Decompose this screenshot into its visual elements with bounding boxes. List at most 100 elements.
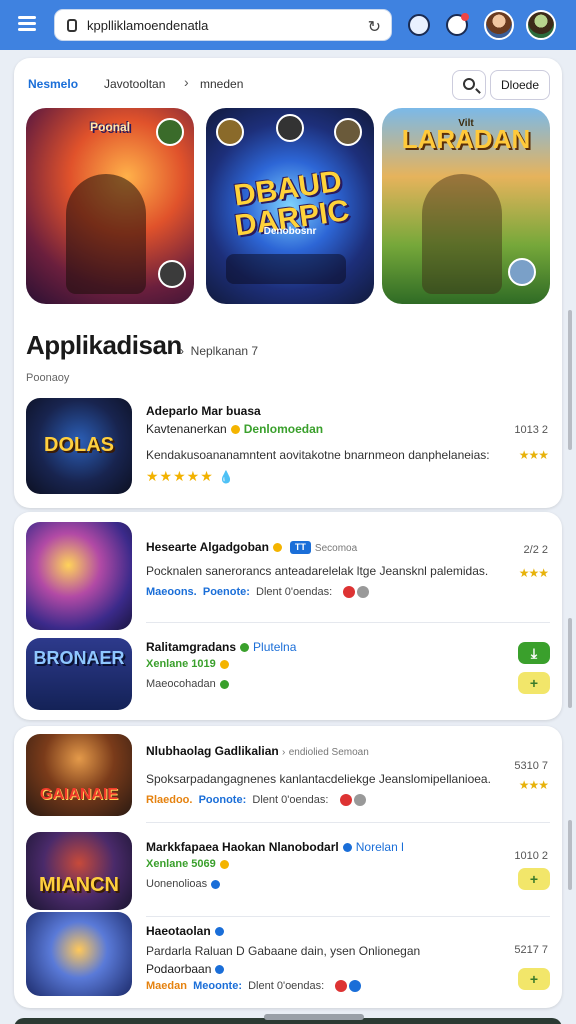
app-title: Adeparlo Mar buasa bbox=[146, 404, 261, 418]
menu-icon[interactable] bbox=[14, 13, 40, 37]
app-title-text: Markkfapaea Haokan Nlanobodarl bbox=[146, 840, 339, 854]
app-title: Haeotaolan bbox=[146, 924, 228, 938]
tab-2[interactable]: Javotooltan bbox=[104, 77, 165, 91]
home-indicator[interactable] bbox=[264, 1014, 364, 1020]
app-icon: BRONAER bbox=[26, 638, 132, 710]
status-dot-icon bbox=[219, 659, 229, 669]
category-nav: Nesmelo Javotooltan › mneden Dloede bbox=[14, 70, 562, 100]
meta-a: Maedan bbox=[146, 980, 187, 992]
app-logo: GAIANAIE bbox=[39, 786, 119, 803]
featured-game-2[interactable]: DBAUD DARPIC Denobosnr bbox=[206, 108, 374, 304]
app-developer: Kavtenanerkan bbox=[146, 422, 227, 436]
list-item[interactable]: MIANCN Markkfapaea Haokan Nlanobodarl Nor… bbox=[14, 832, 562, 912]
meta-b: Poenote: bbox=[202, 586, 250, 598]
star-icon: ★★★ bbox=[518, 778, 549, 792]
divider bbox=[146, 822, 550, 823]
plus-icon: + bbox=[529, 871, 539, 887]
list-item[interactable]: Haeotaolan Pardarla Raluan D Gabaane dai… bbox=[14, 912, 562, 1002]
app-icon: MIANCN bbox=[26, 832, 132, 910]
meta-b: Meoonte: bbox=[193, 980, 242, 992]
add-button[interactable]: + bbox=[518, 968, 550, 990]
app-count: 2/2 2 bbox=[523, 544, 548, 556]
meta-c: Dlent 0'oendas: bbox=[256, 586, 333, 598]
app-meta: Maedan Meoonte: Dlent 0'oendas: bbox=[146, 980, 362, 993]
platform-icon bbox=[339, 794, 352, 807]
app-title: Markkfapaea Haokan Nlanobodarl Norelan l bbox=[146, 840, 404, 854]
featured-card: Nesmelo Javotooltan › mneden Dloede Poon… bbox=[14, 58, 562, 508]
search-button[interactable] bbox=[452, 70, 486, 100]
status-dot-icon bbox=[219, 679, 229, 689]
list-item[interactable]: Hesearte Algadgoban TT Secomoa 2/2 2 Pockn… bbox=[14, 522, 562, 632]
platform-icons bbox=[333, 980, 362, 993]
list-item[interactable]: BRONAER Ralitamgradans Plutelna Xenlane 1… bbox=[14, 638, 562, 712]
platform-icon bbox=[343, 586, 356, 599]
app-tag: Plutelna bbox=[253, 640, 297, 654]
app-logo: BRONAER bbox=[33, 648, 125, 668]
hero-figure bbox=[66, 174, 146, 294]
scrollbar[interactable] bbox=[568, 820, 572, 890]
add-button[interactable]: + bbox=[518, 672, 550, 694]
section-link-label: Neplkanan 7 bbox=[190, 344, 259, 358]
game-badge-icon bbox=[276, 114, 304, 142]
meta-a: Maeoons. bbox=[146, 586, 197, 598]
status-dot-icon bbox=[230, 425, 240, 435]
app-tag: Denlomoedan bbox=[243, 422, 324, 436]
list-item[interactable]: DOLAS Adeparlo Mar buasa Kavtenanerkan De… bbox=[14, 398, 562, 498]
tab-3[interactable]: mneden bbox=[200, 77, 243, 91]
download-button[interactable]: ⤓ bbox=[518, 642, 550, 664]
app-title: Hesearte Algadgoban TT Secomoa bbox=[146, 540, 357, 555]
status-dot-icon bbox=[272, 543, 282, 553]
app-list-card: Hesearte Algadgoban TT Secomoa 2/2 2 Pockn… bbox=[14, 512, 562, 720]
featured-game-1[interactable]: Poonal bbox=[26, 108, 194, 304]
chevron-right-icon: › bbox=[184, 74, 189, 90]
app-version: Xenlane 5069 bbox=[146, 858, 233, 870]
extension-icon[interactable] bbox=[408, 14, 430, 36]
avatar[interactable] bbox=[484, 10, 514, 40]
app-icon bbox=[26, 912, 132, 996]
status-dot-icon bbox=[342, 843, 352, 853]
list-item[interactable]: GAIANAIE Nlubhaolag Gadlikalian › endiol… bbox=[14, 734, 562, 820]
tab-active[interactable]: Nesmelo bbox=[28, 77, 78, 91]
featured-subtitle: Denobosnr bbox=[263, 226, 317, 237]
scrollbar[interactable] bbox=[568, 618, 572, 708]
featured-game-3[interactable]: Vilt LARADAN bbox=[382, 108, 550, 304]
app-version-text: Xenlane 5069 bbox=[146, 858, 216, 870]
app-subtitle: Kavtenanerkan Denlomoedan bbox=[146, 422, 323, 436]
app-logo: MIANCN bbox=[39, 874, 119, 896]
status-dot-icon bbox=[215, 965, 225, 975]
section-subtitle: Poonaoy bbox=[26, 372, 70, 384]
meta-c: Dlent 0'oendas: bbox=[252, 794, 329, 806]
app-art bbox=[26, 912, 132, 996]
address-bar[interactable]: kpplliklamoendenatla ↻ bbox=[54, 9, 392, 41]
app-title: Ralitamgradans Plutelna bbox=[146, 640, 296, 654]
divider bbox=[146, 622, 550, 623]
status-dot-icon bbox=[219, 859, 229, 869]
reload-icon[interactable]: ↻ bbox=[368, 17, 381, 37]
avatar[interactable] bbox=[526, 10, 556, 40]
browser-toolbar: kpplliklamoendenatla ↻ bbox=[0, 0, 576, 50]
app-count: 5217 7 bbox=[514, 944, 548, 956]
app-version-text: Xenlane 1019 bbox=[146, 658, 216, 670]
notification-icon[interactable] bbox=[446, 13, 469, 36]
details-button[interactable]: Dloede bbox=[490, 70, 550, 100]
app-subtitle-text: Podaorbaan bbox=[146, 962, 212, 976]
scrollbar[interactable] bbox=[568, 310, 572, 450]
meta-c: Dlent 0'oendas: bbox=[248, 980, 325, 992]
game-badge-icon bbox=[508, 258, 536, 286]
app-art bbox=[26, 832, 132, 910]
status-dot-icon bbox=[211, 879, 221, 889]
search-icon bbox=[463, 78, 475, 90]
app-title-text: Ralitamgradans bbox=[146, 640, 237, 654]
app-list-card: GAIANAIE Nlubhaolag Gadlikalian › endiol… bbox=[14, 726, 562, 1008]
app-meta: Rlaedoo. Poonote: Dlent 0'oendas: bbox=[146, 794, 366, 807]
add-button[interactable]: + bbox=[518, 868, 550, 890]
app-meta: Maeocohadan bbox=[146, 678, 233, 690]
plus-icon: + bbox=[529, 675, 539, 691]
section-link[interactable]: › Neplkanan 7 bbox=[180, 344, 258, 358]
app-meta: Maeoons. Poenote: Dlent 0'oendas: bbox=[146, 586, 370, 599]
app-icon bbox=[26, 522, 132, 630]
meta-a: Uonenolioas bbox=[146, 878, 208, 890]
platform-icon bbox=[353, 794, 366, 807]
app-title-extra: endiolied Semoan bbox=[288, 747, 369, 758]
game-badge-icon bbox=[156, 118, 184, 146]
